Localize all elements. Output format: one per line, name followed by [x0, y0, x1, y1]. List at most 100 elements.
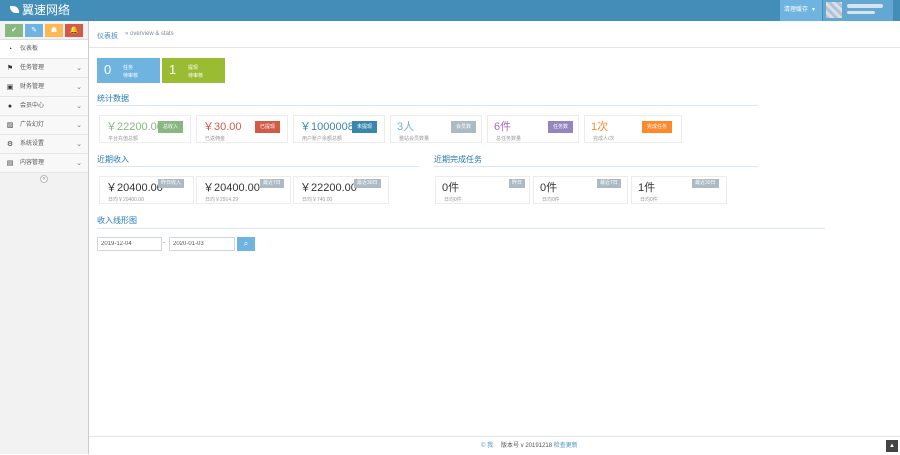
end-date-input[interactable] — [169, 237, 235, 251]
stat-members: 3人 整站会员数量 会员数 — [390, 115, 482, 143]
sidebar-item-content[interactable]: ▤ 内容管理 ⌄ — [0, 154, 88, 173]
income-7days: ￥20400.00 日均￥2914.29 最近7日 — [196, 176, 291, 204]
pencil-icon[interactable]: ✎ — [25, 24, 43, 37]
chart-section-title: 收入线形图 — [97, 216, 137, 225]
stat-task-count: 6件 总任务数量 任务数 — [487, 115, 579, 143]
pending-tasks-label: 任务 — [123, 65, 134, 71]
sidebar: ✔ ✎ ☗ 🔔 ◔ 仪表板 ⚑ 任务管理 ⌄ ▣ 财务管理 ⌄ ● 会员中心 ⌄ ▨ 广告幻灯 ⌄ ⚙ 系… — [0, 21, 89, 454]
stat-withdrawn: ￥30.00 已返佣金 已提现 — [196, 115, 288, 143]
search-button[interactable]: ⌕ — [237, 237, 255, 251]
tachometer-icon: ◔ — [7, 46, 13, 53]
user-menu[interactable] — [823, 0, 893, 21]
sidebar-item-label: 内容管理 — [20, 160, 45, 166]
sidebar-item-finance[interactable]: ▣ 财务管理 ⌄ — [0, 78, 88, 97]
stat-flag: 会员数 — [451, 121, 477, 133]
sidebar-item-dashboard[interactable]: ◔ 仪表板 — [0, 40, 88, 59]
sidebar-item-label: 仪表板 — [20, 46, 39, 52]
tasks-7days: 0件 日均0件 最近7日 — [533, 176, 628, 204]
caret-down-icon: ▼ — [811, 7, 816, 13]
tasks-average: 日均0件 — [444, 197, 462, 203]
stat-label: 平台充值总额 — [108, 136, 139, 142]
top-navbar: 翼速网络 清理缓存 ▼ — [0, 0, 900, 21]
double-angle-left-icon[interactable]: « — [40, 175, 48, 183]
stat-flag: 任务数 — [548, 121, 574, 133]
sidebar-item-settings[interactable]: ⚙ 系统设置 ⌄ — [0, 135, 88, 154]
avatar — [826, 2, 842, 18]
stat-label: 已返佣金 — [205, 136, 226, 142]
stat-label: 总任务数量 — [496, 136, 522, 142]
flag-icon: ⚑ — [6, 65, 14, 72]
chevron-down-icon: ⌄ — [76, 65, 82, 72]
stat-flag: 已提现 — [255, 121, 281, 133]
income-yesterday: ￥20400.00 日均￥20400.00 昨日收入 — [99, 176, 194, 204]
chevron-down-icon: ⌄ — [76, 84, 82, 91]
tasks-period-tag: 最近30日 — [692, 179, 719, 188]
pending-tasks-box[interactable]: 0 任务 待审核 — [97, 58, 160, 83]
income-average: 日均￥740.00 — [302, 197, 333, 203]
brand-name: 翼速网络 — [22, 3, 71, 17]
sidebar-item-label: 系统设置 — [20, 141, 45, 147]
sidebar-shortcuts: ✔ ✎ ☗ 🔔 — [0, 21, 88, 40]
footer-copyright: © 我 — [481, 443, 494, 449]
sidebar-item-members[interactable]: ● 会员中心 ⌄ — [0, 97, 88, 116]
date-separator: - — [163, 240, 165, 246]
sidebar-item-slides[interactable]: ▨ 广告幻灯 ⌄ — [0, 116, 88, 135]
user-role-blurred — [847, 11, 875, 14]
bell-icon[interactable]: 🔔 — [65, 24, 83, 37]
stat-value: 3人 — [397, 121, 415, 133]
user-name-blurred — [847, 4, 883, 8]
check-update-link[interactable]: 检查更新 — [554, 443, 578, 449]
user-icon: ● — [7, 103, 13, 110]
chevron-down-icon: ⌄ — [76, 103, 82, 110]
stat-value: ￥30.00 — [203, 121, 242, 133]
section-divider — [97, 105, 758, 106]
brand-logo[interactable]: 翼速网络 — [10, 3, 70, 17]
income-section-title: 近期收入 — [97, 155, 129, 164]
pending-withdraw-status: 待审核 — [188, 73, 204, 79]
footer-version: 版本号 v 20191218 检查更新 — [501, 437, 578, 455]
clear-cache-button[interactable]: 清理缓存 ▼ — [780, 0, 822, 21]
sidebar-item-label: 广告幻灯 — [20, 122, 45, 128]
tasks-period-tag: 最近7日 — [597, 179, 621, 188]
pending-withdraw-label: 提现 — [188, 65, 199, 71]
start-date-input[interactable] — [97, 237, 162, 251]
income-average: 日均￥20400.00 — [108, 197, 144, 203]
section-divider — [434, 166, 758, 167]
stats-section-title: 统计数据 — [97, 94, 129, 103]
stat-total-income: ￥22200.00 平台充值总额 总收入 — [99, 115, 191, 143]
clear-cache-label: 清理缓存 — [784, 7, 809, 13]
stat-not-withdrawn: ￥1000008 用户账户余额总额 未提现 — [293, 115, 385, 143]
section-divider — [97, 166, 419, 167]
sidebar-item-tasks[interactable]: ⚑ 任务管理 ⌄ — [0, 59, 88, 78]
chevron-down-icon: ⌄ — [76, 160, 82, 167]
pending-withdraw-count: 1 — [169, 62, 177, 77]
pending-tasks-count: 0 — [104, 62, 112, 77]
leaf-icon — [10, 6, 19, 13]
picture-icon: ▨ — [6, 122, 14, 129]
stat-completed: 1次 完成人/次 完成任务 — [584, 115, 682, 143]
cogs-icon: ⚙ — [6, 141, 14, 148]
stat-value: ￥1000008 — [300, 121, 354, 133]
stat-flag: 未提现 — [352, 121, 378, 133]
users-icon[interactable]: ☗ — [45, 24, 63, 37]
stat-flag: 完成任务 — [642, 121, 673, 133]
tasks-average: 日均0件 — [640, 197, 658, 203]
signal-icon[interactable]: ✔ — [5, 24, 23, 37]
stat-value: ￥22200.00 — [106, 121, 163, 133]
income-value: ￥22200.00 — [300, 182, 357, 194]
income-value: ￥20400.00 — [106, 182, 163, 194]
wallet-icon: ▣ — [6, 84, 14, 91]
scroll-top-button[interactable]: ▲ — [886, 440, 898, 452]
search-icon: ⌕ — [243, 239, 249, 248]
sidebar-item-label: 会员中心 — [20, 103, 45, 109]
book-icon: ▤ — [6, 160, 14, 167]
pending-withdraw-box[interactable]: 1 提现 待审核 — [162, 58, 225, 83]
tasks-value: 0件 — [442, 182, 460, 194]
income-value: ￥20400.00 — [203, 182, 260, 194]
tasks-value: 1件 — [638, 182, 656, 194]
income-period-tag: 昨日收入 — [158, 179, 185, 188]
stat-label: 完成人/次 — [593, 136, 615, 142]
task-section-title: 近期完成任务 — [434, 155, 482, 164]
section-divider — [97, 228, 825, 229]
breadcrumb-title[interactable]: 仪表板 — [97, 31, 118, 41]
